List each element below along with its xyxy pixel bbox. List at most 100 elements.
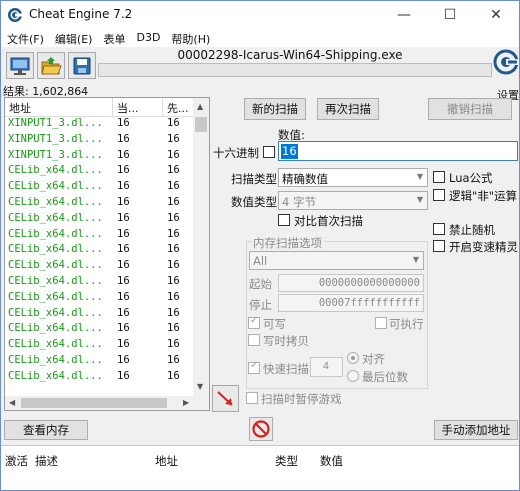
column-address[interactable]: 地址 [5, 98, 113, 116]
results-horizontal-scrollbar[interactable]: ◀ ▶ [5, 396, 195, 410]
result-row[interactable]: CELib_x64.dl... 16 16 [5, 275, 195, 291]
menu-d3d[interactable]: D3D [130, 29, 165, 47]
scroll-thumb[interactable] [195, 117, 207, 132]
copy-on-write-checkbox[interactable] [248, 334, 260, 346]
result-value: 16 [117, 259, 130, 272]
result-row[interactable]: CELib_x64.dl... 16 16 [5, 322, 195, 338]
result-row[interactable]: CELib_x64.dl... 16 16 [5, 259, 195, 275]
result-row[interactable]: CELib_x64.dl... 16 16 [5, 243, 195, 259]
result-value: 16 [117, 117, 130, 129]
result-row[interactable]: XINPUT1_3.dl... 16 16 [5, 117, 195, 133]
result-value: 16 [117, 274, 130, 287]
close-button[interactable]: ✕ [473, 1, 519, 29]
title-bar: Cheat Engine 7.2 — ☐ ✕ [1, 1, 519, 29]
results-list[interactable]: 地址 当... 先... XINPUT1_3.dl... 16 16 XINPUT1_… [4, 97, 210, 411]
scroll-left-icon[interactable]: ◀ [9, 398, 15, 407]
result-value: 16 [117, 290, 130, 303]
not-logic-checkbox[interactable] [433, 189, 445, 201]
add-address-manually-button[interactable]: 手动添加地址 [434, 420, 518, 440]
result-value: 16 [117, 180, 130, 193]
result-value: 16 [117, 338, 130, 351]
result-row[interactable]: CELib_x64.dl... 16 16 [5, 212, 195, 228]
menu-edit[interactable]: 编辑(E) [49, 29, 98, 47]
column-previous[interactable]: 先... [163, 98, 195, 116]
result-row[interactable]: CELib_x64.dl... 16 16 [5, 180, 195, 196]
maximize-button[interactable]: ☐ [427, 1, 473, 29]
floppy-disk-icon [73, 57, 91, 74]
stop-address-field[interactable]: 00007fffffffffff [278, 294, 424, 312]
hex-checkbox[interactable] [263, 146, 275, 158]
undo-scan-button[interactable]: 撤销扫描 [428, 98, 512, 120]
view-memory-button[interactable]: 查看内存 [4, 420, 88, 440]
stop-button[interactable] [249, 417, 273, 441]
scroll-down-icon[interactable]: ▼ [197, 382, 203, 391]
chevron-down-icon: ▼ [416, 172, 423, 181]
open-process-button[interactable] [6, 52, 34, 79]
folder-open-icon [41, 56, 62, 74]
start-address-field[interactable]: 0000000000000000 [278, 274, 424, 292]
last-digits-radio[interactable] [347, 370, 359, 382]
value-type-select[interactable]: 4 字节 ▼ [278, 191, 428, 210]
scan-type-select[interactable]: 精确数值 ▼ [278, 168, 428, 187]
result-row[interactable]: CELib_x64.dl... 16 16 [5, 338, 195, 354]
memory-region-select[interactable]: All ▼ [249, 251, 424, 270]
menu-help[interactable]: 帮助(H) [165, 29, 215, 47]
fast-scan-checkbox[interactable] [248, 360, 260, 374]
result-value: 16 [117, 306, 130, 319]
result-previous: 16 [167, 290, 180, 303]
result-address: CELib_x64.dl... [8, 274, 103, 287]
align-radio[interactable] [347, 352, 359, 364]
results-vertical-scrollbar[interactable]: ▲ ▼ [193, 98, 209, 410]
address-table-header: 激活 描述 地址 类型 数值 [1, 446, 519, 468]
result-value: 16 [117, 227, 130, 240]
result-row[interactable]: CELib_x64.dl... 16 16 [5, 196, 195, 212]
compare-first-checkbox[interactable] [278, 214, 290, 226]
column-active[interactable]: 激活 [1, 446, 31, 468]
result-row[interactable]: CELib_x64.dl... 16 16 [5, 354, 195, 370]
save-button[interactable] [68, 52, 96, 79]
open-file-button[interactable] [37, 52, 65, 79]
lua-formula-checkbox[interactable] [433, 171, 445, 183]
column-address[interactable]: 地址 [151, 446, 271, 468]
menu-table[interactable]: 表单 [97, 29, 130, 47]
writable-checkbox[interactable] [248, 315, 260, 329]
executable-checkbox[interactable] [375, 317, 387, 329]
column-current[interactable]: 当... [113, 98, 163, 116]
result-address: CELib_x64.dl... [8, 322, 103, 335]
add-to-list-button[interactable] [212, 385, 239, 412]
no-random-checkbox[interactable] [433, 223, 445, 235]
hscroll-thumb[interactable] [21, 398, 167, 408]
result-previous: 16 [167, 164, 180, 177]
results-header: 地址 当... 先... [5, 98, 195, 117]
pause-game-checkbox[interactable] [246, 392, 258, 404]
cheat-engine-logo-icon[interactable] [493, 49, 519, 77]
column-value[interactable]: 数值 [316, 446, 376, 468]
scroll-right-icon[interactable]: ▶ [183, 398, 189, 407]
minimize-button[interactable]: — [381, 1, 427, 29]
new-scan-button[interactable]: 新的扫描 [244, 98, 306, 120]
next-scan-button[interactable]: 再次扫描 [317, 98, 379, 120]
scroll-up-icon[interactable]: ▲ [197, 102, 203, 111]
result-value: 16 [117, 148, 130, 161]
memory-options-title: 内存扫描选项 [251, 235, 324, 251]
result-address: CELib_x64.dl... [8, 259, 103, 272]
align-label: 对齐 [362, 352, 385, 366]
result-row[interactable]: XINPUT1_3.dl... 16 16 [5, 133, 195, 149]
scan-value-input[interactable]: 16 [278, 141, 518, 161]
result-row[interactable]: CELib_x64.dl... 16 16 [5, 164, 195, 180]
speedhack-checkbox[interactable] [433, 240, 445, 252]
result-row[interactable]: CELib_x64.dl... 16 16 [5, 370, 195, 386]
result-row[interactable]: CELib_x64.dl... 16 16 [5, 228, 195, 244]
result-value: 16 [117, 369, 130, 382]
fast-scan-value[interactable]: 4 [310, 357, 343, 377]
menu-file[interactable]: 文件(F) [1, 29, 49, 47]
result-row[interactable]: XINPUT1_3.dl... 16 16 [5, 149, 195, 165]
result-row[interactable]: CELib_x64.dl... 16 16 [5, 307, 195, 323]
value-type-value: 4 字节 [282, 195, 316, 209]
column-description[interactable]: 描述 [31, 446, 151, 468]
result-row[interactable]: CELib_x64.dl... 16 16 [5, 291, 195, 307]
address-table[interactable]: 激活 描述 地址 类型 数值 [1, 445, 519, 490]
scan-progress-bar [98, 63, 492, 77]
column-type[interactable]: 类型 [271, 446, 316, 468]
result-address: XINPUT1_3.dl... [8, 148, 103, 161]
